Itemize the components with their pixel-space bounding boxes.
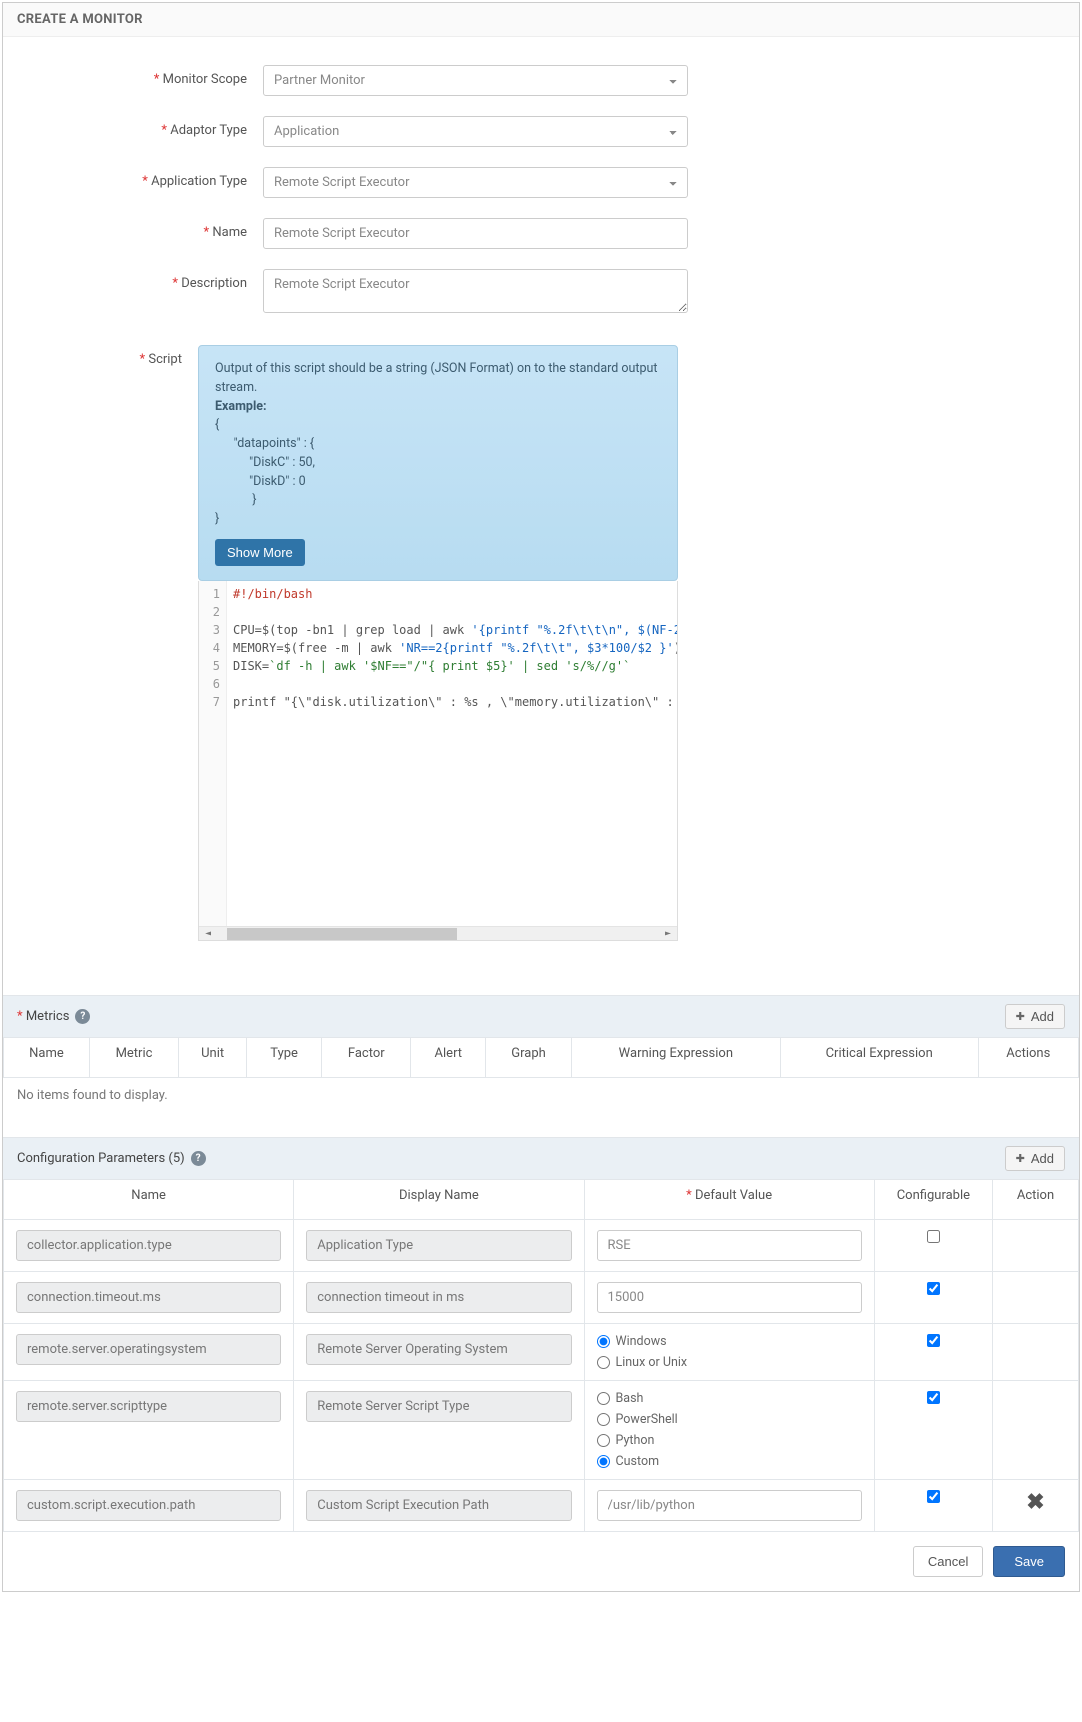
configurable-checkbox[interactable] [927,1230,940,1243]
config-radio-option[interactable]: Python [597,1433,862,1448]
metrics-col: Name [4,1037,90,1077]
config-name-input [16,1282,281,1313]
radio-input[interactable] [597,1413,610,1426]
radio-input[interactable] [597,1335,610,1348]
script-hint-example-label: Example: [215,399,267,414]
config-row: Bash PowerShell Python Custom [4,1380,1079,1479]
metrics-col: Unit [179,1037,247,1077]
config-value-input[interactable] [597,1282,862,1313]
config-col-name: Name [4,1179,294,1219]
radio-input[interactable] [597,1392,610,1405]
radio-label: Python [616,1433,655,1448]
config-title: Configuration Parameters (5) [17,1151,185,1166]
config-display-input [306,1282,571,1313]
config-col-default: Default Value [584,1179,874,1219]
application-type-label: Application Type [23,167,263,189]
delete-icon[interactable]: ✖ [1026,1490,1044,1515]
application-type-select[interactable]: Remote Script Executor [263,167,688,198]
config-col-display: Display Name [294,1179,584,1219]
script-hint-box: Output of this script should be a string… [198,345,678,581]
metrics-col: Type [247,1037,322,1077]
scroll-right-icon[interactable]: ► [665,928,671,939]
code-lines[interactable]: #!/bin/bashCPU=$(top -bn1 | grep load | … [227,581,677,926]
config-row [4,1271,1079,1323]
config-col-action: Action [993,1179,1079,1219]
config-display-input [306,1490,571,1521]
adaptor-type-select[interactable]: Application [263,116,688,147]
radio-label: PowerShell [616,1412,678,1427]
configurable-checkbox[interactable] [927,1334,940,1347]
metrics-col: Critical Expression [780,1037,978,1077]
configurable-checkbox[interactable] [927,1282,940,1295]
radio-label: Custom [616,1454,660,1469]
config-display-input [306,1334,571,1365]
metrics-col: Actions [978,1037,1078,1077]
metrics-add-button[interactable]: Add [1005,1004,1065,1029]
cancel-button[interactable]: Cancel [913,1546,983,1577]
name-label: Name [23,218,263,240]
config-value-input[interactable] [597,1490,862,1521]
help-icon[interactable]: ? [191,1151,206,1166]
save-button[interactable]: Save [993,1546,1065,1577]
config-radio-option[interactable]: Custom [597,1454,862,1469]
metrics-col: Warning Expression [571,1037,780,1077]
config-radio-option[interactable]: Linux or Unix [597,1355,862,1370]
config-row: ✖ [4,1479,1079,1531]
config-row: Windows Linux or Unix [4,1323,1079,1380]
metrics-col: Graph [486,1037,572,1077]
metrics-table: NameMetricUnitTypeFactorAlertGraphWarnin… [3,1037,1079,1078]
configurable-checkbox[interactable] [927,1490,940,1503]
config-name-input [16,1391,281,1422]
metrics-col: Metric [89,1037,178,1077]
monitor-scope-label: Monitor Scope [23,65,263,87]
radio-input[interactable] [597,1455,610,1468]
config-display-input [306,1230,571,1261]
description-label: Description [23,269,263,291]
show-more-button[interactable]: Show More [215,539,305,566]
script-hint-example-body: { "datapoints" : { "DiskC" : 50, "DiskD"… [215,416,661,529]
config-radio-option[interactable]: Windows [597,1334,862,1349]
radio-label: Windows [616,1334,667,1349]
metrics-title: Metrics [17,1009,69,1024]
config-name-input [16,1490,281,1521]
help-icon[interactable]: ? [75,1009,90,1024]
script-label: Script [23,345,198,367]
radio-label: Linux or Unix [616,1355,688,1370]
config-col-configurable: Configurable [874,1179,992,1219]
code-gutter: 1234567 [199,581,227,926]
name-input[interactable] [263,218,688,249]
configurable-checkbox[interactable] [927,1391,940,1404]
config-value-input[interactable] [597,1230,862,1261]
config-display-input [306,1391,571,1422]
script-hint-text: Output of this script should be a string… [215,361,658,395]
config-name-input [16,1230,281,1261]
config-radio-option[interactable]: Bash [597,1391,862,1406]
config-radio-option[interactable]: PowerShell [597,1412,862,1427]
code-horizontal-scrollbar[interactable]: ◄ ► [199,926,677,940]
metrics-col: Factor [322,1037,411,1077]
config-table: Name Display Name Default Value Configur… [3,1179,1079,1532]
description-textarea[interactable]: Remote Script Executor [263,269,688,313]
script-code-editor[interactable]: 1234567 #!/bin/bashCPU=$(top -bn1 | grep… [198,581,678,941]
scrollbar-thumb[interactable] [227,928,457,940]
config-add-button[interactable]: Add [1005,1146,1065,1171]
metrics-empty-row: No items found to display. [3,1078,1079,1113]
scroll-left-icon[interactable]: ◄ [205,928,211,939]
config-name-input [16,1334,281,1365]
radio-input[interactable] [597,1356,610,1369]
radio-label: Bash [616,1391,644,1406]
adaptor-type-label: Adaptor Type [23,116,263,138]
panel-title: CREATE A MONITOR [3,3,1079,37]
config-row [4,1219,1079,1271]
metrics-col: Alert [411,1037,486,1077]
monitor-scope-select[interactable]: Partner Monitor [263,65,688,96]
radio-input[interactable] [597,1434,610,1447]
